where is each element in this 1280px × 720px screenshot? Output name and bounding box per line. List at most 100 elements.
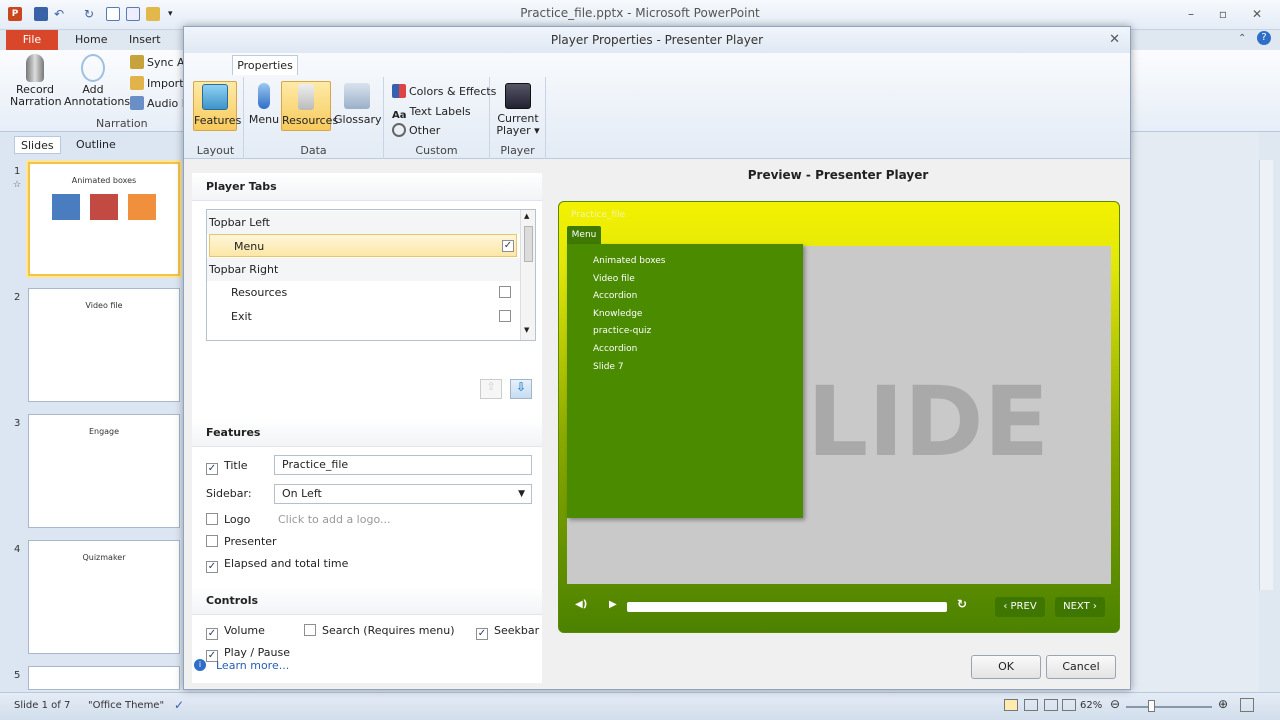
menu-item[interactable]: Slide 7	[593, 362, 624, 372]
resources-checkbox[interactable]	[499, 286, 511, 298]
features-button[interactable]: Features	[193, 81, 241, 131]
seekbar-checkbox[interactable]: ✓	[476, 628, 488, 640]
menu-item[interactable]: Animated boxes	[593, 256, 666, 266]
move-up-button[interactable]: ⇧	[480, 379, 502, 399]
blue-box	[52, 194, 80, 220]
zoom-level[interactable]: 62%	[1080, 700, 1102, 711]
seekbar-row: ✓ Seekbar	[476, 622, 539, 640]
colors-icon	[392, 84, 406, 98]
chevron-down-icon: ▼	[518, 489, 525, 499]
list-item-label: Resources	[231, 286, 288, 299]
volume-icon[interactable]: ◀)	[575, 599, 587, 610]
player-icon	[505, 83, 531, 109]
close-icon[interactable]: ✕	[1248, 7, 1266, 21]
ribbon-collapse-icon[interactable]: ⌃	[1238, 33, 1246, 44]
tab-insert[interactable]: Insert	[129, 33, 161, 46]
audio-button[interactable]: Audio E	[130, 95, 189, 113]
tab-properties[interactable]: Properties	[232, 55, 298, 75]
fit-slide-icon[interactable]	[1240, 698, 1254, 712]
player-controls: ◀) ▶ ↻ ‹ PREV NEXT ›	[567, 594, 1111, 626]
sidebar-select[interactable]: On Left ▼	[274, 484, 532, 504]
seekbar[interactable]	[627, 602, 947, 612]
player-tabs-list: Topbar Left Menu ✓ Topbar Right Resource…	[206, 209, 536, 341]
list-item-menu[interactable]: Menu ✓	[209, 234, 517, 257]
zoom-out-icon[interactable]: ⊖	[1110, 697, 1120, 711]
preview-title: Preview - Presenter Player	[747, 168, 929, 182]
editor-scrollbar[interactable]	[1259, 160, 1273, 590]
title-checkbox[interactable]: ✓	[206, 463, 218, 475]
slide-thumbnail[interactable]: Animated boxes	[28, 162, 180, 276]
spellcheck-icon[interactable]: ✓	[174, 698, 184, 712]
search-checkbox[interactable]	[304, 624, 316, 636]
dialog-ribbon: Properties Layout Features Data Menu Res…	[184, 53, 1130, 159]
list-item-resources[interactable]: Resources	[207, 281, 521, 304]
slide-thumbnail[interactable]	[28, 666, 180, 690]
exit-checkbox[interactable]	[499, 310, 511, 322]
presenter-label: Presenter	[224, 535, 277, 548]
dialog-close-icon[interactable]: ✕	[1109, 32, 1120, 47]
menu-item[interactable]: practice-quiz	[593, 326, 651, 336]
scroll-down-icon[interactable]: ▼	[524, 326, 529, 334]
menu-item[interactable]: Accordion	[593, 291, 637, 301]
zoom-in-icon[interactable]: ⊕	[1218, 697, 1228, 711]
record-narration-label: Record Narration	[10, 83, 62, 108]
resources-icon	[298, 84, 314, 110]
menu-item[interactable]: Video file	[593, 274, 635, 284]
glossary-button[interactable]: Glossary	[334, 81, 382, 131]
slide-thumbnail[interactable]: Quizmaker	[28, 540, 180, 654]
move-down-button[interactable]: ⇩	[510, 379, 532, 399]
current-player-button[interactable]: Current Player ▾	[496, 81, 540, 137]
zoom-slider[interactable]	[1126, 706, 1212, 708]
dialog-title: Player Properties - Presenter Player	[184, 27, 1130, 53]
title-input[interactable]: Practice_file	[274, 455, 532, 475]
file-tab[interactable]: File	[6, 30, 58, 50]
minimize-icon[interactable]: –	[1182, 7, 1200, 21]
other-button[interactable]: Other	[392, 122, 440, 140]
annotation-icon	[81, 54, 105, 82]
learn-more-link[interactable]: Learn more...	[216, 659, 289, 672]
tab-slides[interactable]: Slides	[14, 136, 61, 154]
colors-effects-button[interactable]: Colors & Effects	[392, 83, 496, 101]
red-box	[90, 194, 118, 220]
slide-thumbnail[interactable]: Video file	[28, 288, 180, 402]
menu-item[interactable]: Accordion	[593, 344, 637, 354]
ok-button[interactable]: OK	[971, 655, 1041, 679]
layout-group-label: Layout	[196, 144, 235, 157]
scroll-up-icon[interactable]: ▲	[524, 212, 529, 220]
help-icon[interactable]: ?	[1257, 31, 1271, 45]
player-properties-dialog: Player Properties - Presenter Player ✕ P…	[183, 26, 1131, 690]
next-button[interactable]: NEXT ›	[1055, 597, 1105, 617]
cancel-button[interactable]: Cancel	[1046, 655, 1116, 679]
volume-checkbox[interactable]: ✓	[206, 628, 218, 640]
tab-home[interactable]: Home	[75, 33, 107, 46]
sidebar-label: Sidebar:	[206, 487, 252, 500]
prev-button[interactable]: ‹ PREV	[995, 597, 1045, 617]
menu-button[interactable]: Menu	[242, 81, 286, 131]
presenter-checkbox[interactable]	[206, 535, 218, 547]
tab-outline[interactable]: Outline	[70, 136, 122, 154]
scroll-thumb[interactable]	[524, 226, 533, 262]
record-narration-button[interactable]: Record Narration	[10, 54, 62, 108]
add-annotations-button[interactable]: Add Annotations	[64, 54, 130, 108]
elapsed-checkbox[interactable]: ✓	[206, 561, 218, 573]
slideshow-view-icon[interactable]	[1062, 699, 1076, 711]
list-scrollbar[interactable]: ▲ ▼	[520, 210, 535, 340]
replay-icon[interactable]: ↻	[957, 597, 967, 611]
maximize-icon[interactable]: ▫	[1214, 7, 1232, 21]
list-item-exit[interactable]: Exit	[207, 305, 521, 328]
zoom-thumb[interactable]	[1148, 700, 1155, 712]
features-icon	[202, 84, 228, 110]
menu-checkbox[interactable]: ✓	[502, 240, 514, 252]
normal-view-icon[interactable]	[1004, 699, 1018, 711]
resources-button[interactable]: Resources	[281, 81, 338, 131]
logo-placeholder[interactable]: Click to add a logo...	[278, 513, 390, 526]
import-button[interactable]: Import	[130, 75, 184, 93]
logo-checkbox[interactable]	[206, 513, 218, 525]
menu-item[interactable]: Knowledge	[593, 309, 642, 319]
slide-thumbnail[interactable]: Engage	[28, 414, 180, 528]
menu-tab[interactable]: Menu	[567, 226, 601, 244]
text-labels-button[interactable]: Aa Text Labels	[392, 103, 471, 121]
reading-view-icon[interactable]	[1044, 699, 1058, 711]
play-icon[interactable]: ▶	[609, 599, 617, 610]
slide-sorter-icon[interactable]	[1024, 699, 1038, 711]
